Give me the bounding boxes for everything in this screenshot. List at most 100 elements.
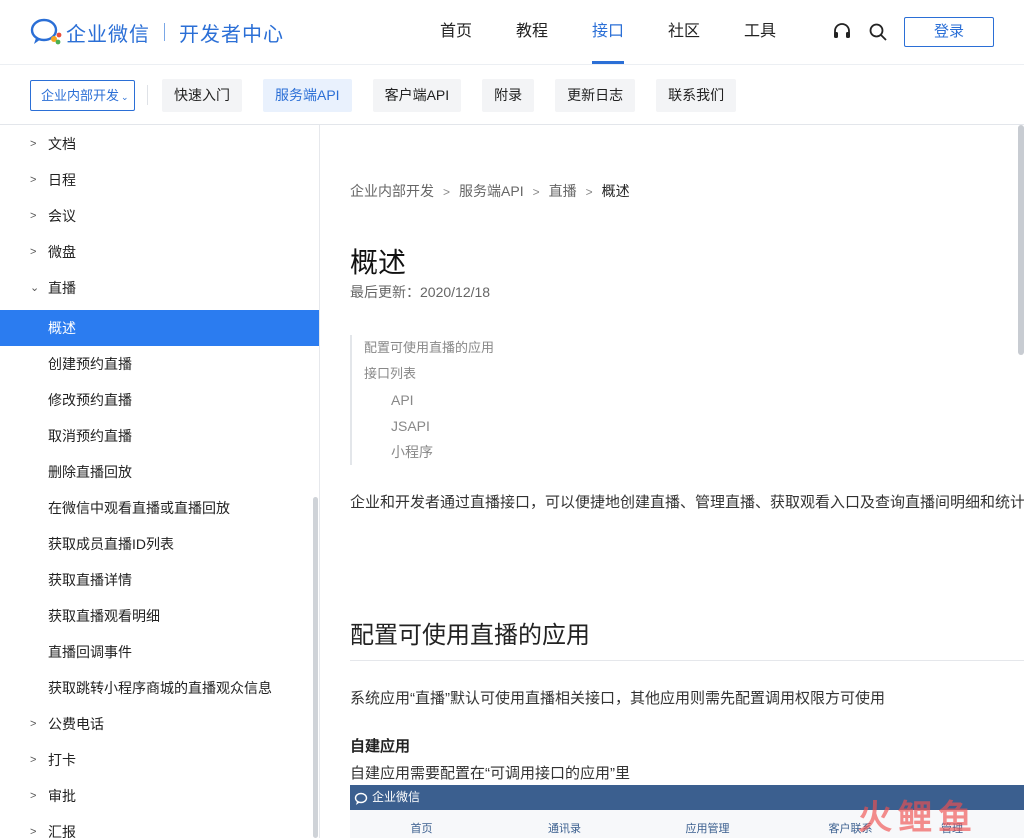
subnav-divider: [147, 85, 148, 105]
chevron-right-icon: >: [532, 185, 540, 199]
brand-name: 企业微信: [66, 23, 150, 46]
sidebar-item-label: 获取跳转小程序商城的直播观众信息: [48, 680, 272, 696]
sidebar-item-live-id-list[interactable]: 获取成员直播ID列表: [0, 526, 319, 562]
sidebar-item-label: 汇报: [48, 824, 76, 838]
scope-dropdown-label: 企业内部开发: [41, 88, 120, 103]
sidebar-item-label: 公费电话: [48, 716, 104, 732]
toc-item[interactable]: JSAPI: [364, 413, 494, 439]
breadcrumb-item[interactable]: 直播: [549, 183, 577, 199]
subsection-heading: 自建应用: [350, 738, 411, 755]
embed-nav-item: 通讯录: [548, 823, 581, 835]
sidebar-item-live-callback[interactable]: 直播回调事件: [0, 634, 319, 670]
nav-community[interactable]: 社区: [646, 0, 722, 64]
chevron-right-icon: >: [30, 754, 37, 766]
tab-quickstart[interactable]: 快速入门: [162, 79, 242, 112]
sidebar-item-modify-live[interactable]: 修改预约直播: [0, 382, 319, 418]
headset-icon[interactable]: [832, 22, 852, 42]
sidebar-item-label: 会议: [48, 208, 76, 224]
sidebar-item-label: 微盘: [48, 244, 76, 260]
subnav-tabs: 快速入门 服务端API 客户端API 附录 更新日志 联系我们: [162, 79, 757, 112]
sidebar: > 文档 > 日程 > 会议 > 微盘 ⌄ 直播 概述 创建预约直播 修改预约直播 取消预…: [0, 125, 320, 838]
nav-tutorial[interactable]: 教程: [494, 0, 570, 64]
breadcrumb-item[interactable]: 企业内部开发: [350, 183, 434, 199]
logo-divider: [164, 23, 165, 41]
sidebar-item-label: 打卡: [48, 752, 76, 768]
tab-appendix[interactable]: 附录: [482, 79, 535, 112]
brand-subtitle: 开发者中心: [179, 23, 284, 46]
sidebar-item-approval[interactable]: > 审批: [0, 778, 319, 814]
chevron-down-icon: ⌄: [30, 282, 40, 294]
logo[interactable]: 企业微信 开发者中心: [30, 18, 284, 46]
sidebar-item-label: 文档: [48, 136, 76, 152]
main-content: 企业内部开发 > 服务端API > 直播 > 概述 概述 最后更新：2020/12/18 配…: [320, 125, 1024, 838]
nav-home[interactable]: 首页: [418, 0, 494, 64]
table-of-contents: 配置可使用直播的应用 接口列表 API JSAPI 小程序: [350, 335, 494, 465]
toc-item[interactable]: 配置可使用直播的应用: [364, 335, 494, 361]
section-heading: 配置可使用直播的应用: [350, 622, 590, 649]
sidebar-item-watch-in-wechat[interactable]: 在微信中观看直播或直播回放: [0, 490, 319, 526]
intro-paragraph: 企业和开发者通过直播接口，可以便捷地创建直播、管理直播、获取观看入口及查询直播间…: [350, 494, 1024, 511]
section-divider: [350, 660, 1024, 661]
login-button[interactable]: 登录: [904, 17, 994, 47]
tab-changelog[interactable]: 更新日志: [555, 79, 636, 112]
main-nav: 首页 教程 接口 社区 工具: [418, 0, 798, 64]
page-scrollbar[interactable]: [1018, 125, 1024, 355]
sub-nav: 企业内部开发 ⌄ 快速入门 服务端API 客户端API 附录 更新日志 联系我们: [0, 64, 1024, 125]
tab-client-api[interactable]: 客户端API: [372, 79, 462, 112]
nav-api[interactable]: 接口: [570, 0, 646, 64]
nav-tools[interactable]: 工具: [722, 0, 798, 64]
breadcrumb: 企业内部开发 > 服务端API > 直播 > 概述: [350, 181, 630, 201]
last-updated: 最后更新：2020/12/18: [350, 284, 491, 300]
sidebar-item-docs[interactable]: > 文档: [0, 126, 319, 162]
sidebar-item-label: 取消预约直播: [48, 428, 132, 444]
tab-contact[interactable]: 联系我们: [656, 79, 737, 112]
sidebar-item-watch-stat[interactable]: 获取直播观看明细: [0, 598, 319, 634]
sidebar-item-schedule[interactable]: > 日程: [0, 162, 319, 198]
breadcrumb-item[interactable]: 服务端API: [459, 183, 524, 199]
chevron-right-icon: >: [30, 138, 37, 150]
sidebar-item-label: 直播: [48, 280, 76, 296]
sidebar-item-label: 删除直播回放: [48, 464, 132, 480]
sidebar-item-label: 在微信中观看直播或直播回放: [48, 500, 230, 516]
sidebar-item-mini-program-audience[interactable]: 获取跳转小程序商城的直播观众信息: [0, 670, 319, 706]
sidebar-item-live[interactable]: ⌄ 直播: [0, 270, 319, 306]
scope-dropdown[interactable]: 企业内部开发 ⌄: [30, 80, 135, 111]
embed-nav-item: 应用管理: [685, 823, 730, 835]
sidebar-item-phone[interactable]: > 公费电话: [0, 706, 319, 742]
search-icon[interactable]: [868, 22, 888, 42]
sidebar-item-label: 获取成员直播ID列表: [48, 536, 174, 552]
breadcrumb-current: 概述: [601, 183, 630, 199]
wecom-logo-icon: [30, 18, 64, 46]
chevron-right-icon: >: [30, 210, 37, 222]
section-paragraph: 系统应用“直播”默认可使用直播相关接口，其他应用则需先配置调用权限方可使用: [350, 690, 885, 707]
toc-item[interactable]: API: [364, 387, 494, 413]
sidebar-item-cancel-live[interactable]: 取消预约直播: [0, 418, 319, 454]
chevron-right-icon: >: [30, 826, 37, 838]
sidebar-item-live-detail[interactable]: 获取直播详情: [0, 562, 319, 598]
toc-item[interactable]: 小程序: [364, 439, 494, 465]
toc-item[interactable]: 接口列表: [364, 361, 494, 387]
sidebar-item-label: 直播回调事件: [48, 644, 132, 660]
sidebar-item-label: 审批: [48, 788, 76, 804]
subsection-paragraph: 自建应用需要配置在“可调用接口的应用”里: [350, 765, 630, 782]
sidebar-item-checkin[interactable]: > 打卡: [0, 742, 319, 778]
watermark: 火鲤鱼: [858, 799, 978, 837]
sidebar-item-label: 创建预约直播: [48, 356, 132, 372]
chevron-right-icon: >: [30, 246, 37, 258]
embed-brand: 企业微信: [372, 790, 421, 804]
sidebar-item-label: 修改预约直播: [48, 392, 132, 408]
sidebar-item-create-live[interactable]: 创建预约直播: [0, 346, 319, 382]
sidebar-item-overview[interactable]: 概述: [0, 310, 319, 346]
sidebar-item-meeting[interactable]: > 会议: [0, 198, 319, 234]
sidebar-item-label: 获取直播详情: [48, 572, 132, 588]
chevron-right-icon: >: [443, 185, 451, 199]
sidebar-item-delete-replay[interactable]: 删除直播回放: [0, 454, 319, 490]
sidebar-item-label: 获取直播观看明细: [48, 608, 160, 624]
sidebar-item-drive[interactable]: > 微盘: [0, 234, 319, 270]
sidebar-item-label: 概述: [48, 320, 76, 336]
chevron-right-icon: >: [30, 718, 37, 730]
sidebar-item-report[interactable]: > 汇报: [0, 814, 319, 838]
tab-server-api[interactable]: 服务端API: [263, 79, 352, 112]
chevron-down-icon: ⌄: [121, 92, 129, 102]
sidebar-scrollbar[interactable]: [313, 497, 318, 838]
